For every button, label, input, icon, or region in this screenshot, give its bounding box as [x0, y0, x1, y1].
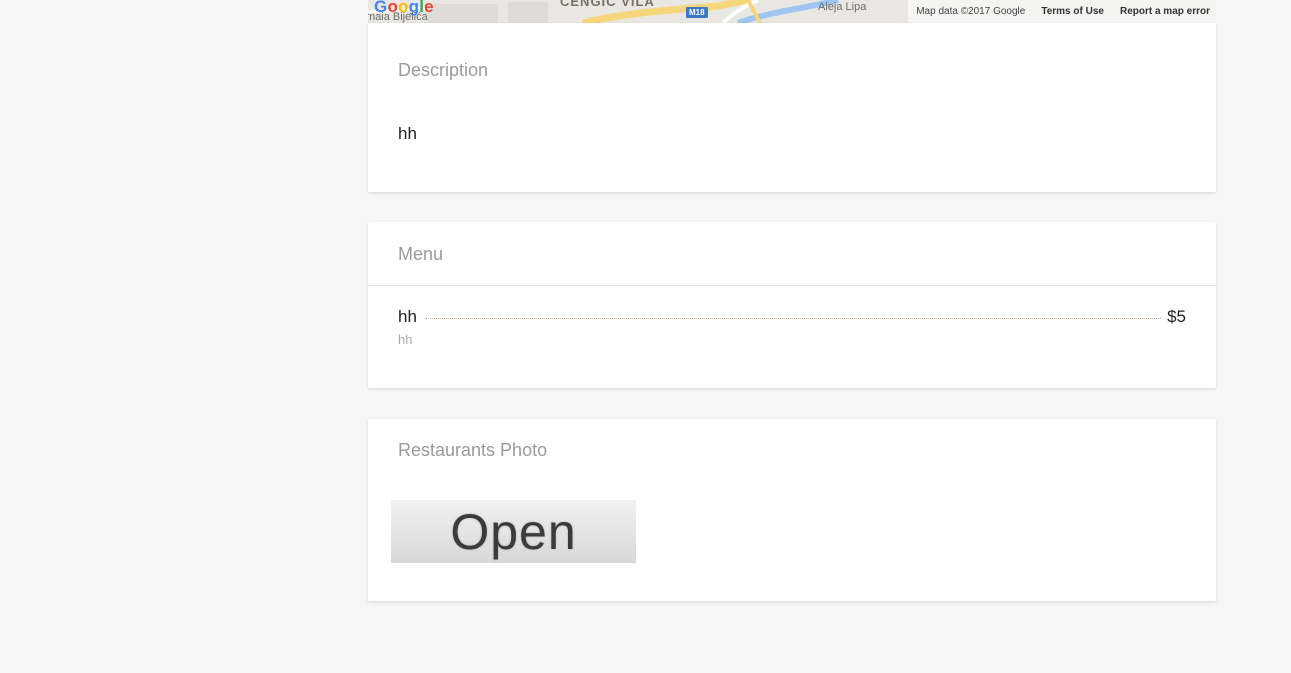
- photo-open-sign-text: Open: [450, 503, 577, 560]
- menu-card: Menu hh $5 hh: [368, 222, 1216, 388]
- report-map-error-link[interactable]: Report a map error: [1120, 6, 1210, 17]
- menu-item-name: hh: [398, 307, 417, 326]
- description-title: Description: [398, 60, 489, 80]
- menu-title: Menu: [398, 244, 444, 264]
- map-attribution-bar: Map data ©2017 Google Terms of Use Repor…: [908, 0, 1216, 23]
- restaurant-photo[interactable]: Open: [391, 500, 636, 563]
- location-map[interactable]: maia Bijelića CENGIC VILA M18 Aleja Lipa…: [368, 0, 1216, 23]
- menu-divider: [368, 285, 1216, 286]
- description-text: hh: [398, 124, 417, 143]
- menu-item-leader-dots: [424, 318, 1162, 319]
- menu-item: hh $5: [398, 307, 1186, 327]
- map-route-badge: M18: [686, 7, 708, 18]
- menu-item-price: $5: [1167, 307, 1186, 326]
- description-card: Description hh: [368, 23, 1216, 192]
- map-district-label: CENGIC VILA: [560, 0, 655, 9]
- restaurant-photos-card: Restaurants Photo Open: [368, 419, 1216, 601]
- terms-of-use-link[interactable]: Terms of Use: [1041, 6, 1104, 17]
- google-logo[interactable]: Google: [374, 0, 434, 17]
- map-data-attribution: Map data ©2017 Google: [916, 6, 1026, 17]
- menu-item-description: hh: [398, 332, 413, 347]
- photos-title: Restaurants Photo: [398, 440, 548, 460]
- restaurant-details-page: maia Bijelića CENGIC VILA M18 Aleja Lipa…: [0, 0, 1291, 673]
- map-street-label: Aleja Lipa: [818, 1, 867, 13]
